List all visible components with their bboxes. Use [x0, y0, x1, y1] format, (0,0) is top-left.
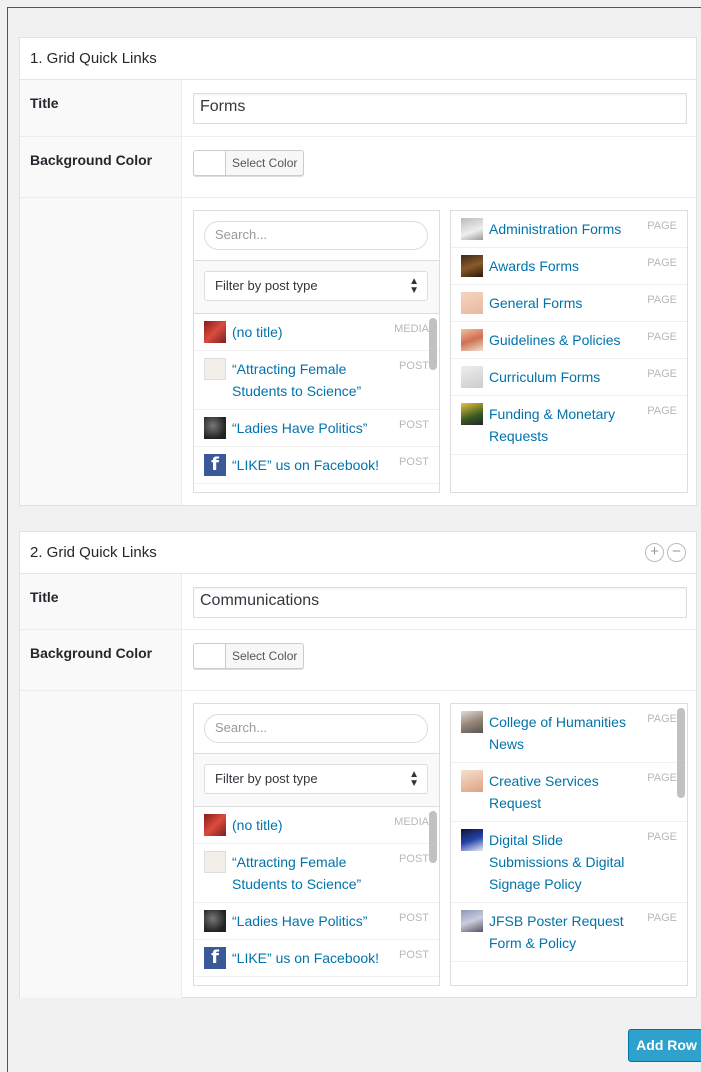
add-row-button[interactable]: Add Row — [628, 1029, 701, 1062]
scrollbar[interactable] — [429, 811, 437, 863]
title-label: Title — [20, 80, 182, 136]
page-thumbnail-icon — [461, 292, 483, 314]
available-posts-panel: Search... Filter by post type ▲ ▼ (no ti… — [193, 210, 440, 493]
page-thumbnail-icon — [461, 829, 483, 851]
color-swatch — [194, 151, 226, 175]
up-down-arrows-icon: ▲ ▼ — [409, 276, 419, 296]
post-thumbnail-icon — [204, 910, 226, 932]
scrollbar[interactable] — [677, 708, 685, 798]
background-color-label: Background Color — [20, 137, 182, 197]
selected-posts-panel: Administration Forms PAGE Awards Forms P… — [450, 210, 688, 493]
list-item[interactable]: Awards Forms PAGE — [451, 248, 687, 285]
media-thumbnail-icon — [204, 321, 226, 343]
select-color-button[interactable]: Select Color — [193, 150, 305, 176]
search-input[interactable]: Search... — [204, 221, 428, 250]
post-thumbnail-icon — [204, 417, 226, 439]
list-item[interactable]: “Ladies Have Politics” POST — [194, 410, 439, 447]
post-thumbnail-icon — [204, 358, 226, 380]
select-color-label: Select Color — [232, 649, 298, 663]
up-down-arrows-icon: ▲ ▼ — [409, 769, 419, 789]
select-color-button[interactable]: Select Color — [193, 643, 305, 669]
grid-quick-links-group-1: 1. Grid Quick Links Title Forms Backgrou… — [19, 37, 697, 506]
selected-posts-list: College of Humanities News PAGE Creative… — [451, 704, 687, 962]
scrollbar[interactable] — [429, 318, 437, 370]
page-thumbnail-icon — [461, 329, 483, 351]
list-item[interactable]: “Attracting Female Students to Science” … — [194, 351, 439, 410]
list-item[interactable]: Curriculum Forms PAGE — [451, 359, 687, 396]
search-input[interactable]: Search... — [204, 714, 428, 743]
page-thumbnail-icon — [461, 255, 483, 277]
list-item[interactable]: f “LIKE” us on Facebook! POST — [194, 447, 439, 484]
available-posts-panel: Search... Filter by post type ▲ ▼ (no ti… — [193, 703, 440, 986]
page-thumbnail-icon — [461, 910, 483, 932]
group-header: 1. Grid Quick Links — [20, 38, 696, 80]
post-type-filter-select[interactable]: Filter by post type ▲ ▼ — [204, 764, 428, 794]
list-item[interactable]: General Forms PAGE — [451, 285, 687, 322]
available-posts-list: (no title) MEDIA “Attracting Female Stud… — [194, 314, 439, 484]
group-title: 2. Grid Quick Links — [30, 544, 157, 561]
selected-posts-list: Administration Forms PAGE Awards Forms P… — [451, 211, 687, 455]
page-thumbnail-icon — [461, 366, 483, 388]
posts-picker-row: Search... Filter by post type ▲ ▼ (no ti… — [20, 198, 696, 505]
list-item[interactable]: JFSB Poster Request Form & Policy PAGE — [451, 903, 687, 962]
list-item[interactable]: Funding & Monetary Requests PAGE — [451, 396, 687, 455]
facebook-icon: f — [204, 947, 226, 969]
background-color-row: Background Color Select Color — [20, 630, 696, 691]
page-thumbnail-icon — [461, 770, 483, 792]
title-input[interactable]: Communications — [193, 587, 687, 618]
main-frame: 1. Grid Quick Links Title Forms Backgrou… — [7, 7, 701, 1072]
title-label: Title — [20, 574, 182, 629]
list-item[interactable]: Guidelines & Policies PAGE — [451, 322, 687, 359]
minus-circle-icon[interactable]: − — [667, 543, 686, 562]
list-item[interactable]: “Attracting Female Students to Science” … — [194, 844, 439, 903]
page-thumbnail-icon — [461, 218, 483, 240]
background-color-row: Background Color Select Color — [20, 137, 696, 198]
plus-circle-icon[interactable]: + — [645, 543, 664, 562]
color-swatch — [194, 644, 226, 668]
posts-picker-row: Search... Filter by post type ▲ ▼ (no ti… — [20, 691, 696, 998]
list-item[interactable]: (no title) MEDIA — [194, 314, 439, 351]
group-header: 2. Grid Quick Links + − — [20, 532, 696, 574]
page-thumbnail-icon — [461, 711, 483, 733]
list-item[interactable]: College of Humanities News PAGE — [451, 704, 687, 763]
post-thumbnail-icon — [204, 851, 226, 873]
background-color-label: Background Color — [20, 630, 182, 690]
grid-quick-links-group-2: 2. Grid Quick Links + − Title Communicat… — [19, 531, 697, 998]
facebook-icon: f — [204, 454, 226, 476]
post-type-filter-select[interactable]: Filter by post type ▲ ▼ — [204, 271, 428, 301]
list-item[interactable]: “Ladies Have Politics” POST — [194, 903, 439, 940]
list-item[interactable]: Creative Services Request PAGE — [451, 763, 687, 822]
available-posts-list: (no title) MEDIA “Attracting Female Stud… — [194, 807, 439, 977]
select-color-label: Select Color — [232, 156, 298, 170]
selected-posts-panel: College of Humanities News PAGE Creative… — [450, 703, 688, 986]
media-thumbnail-icon — [204, 814, 226, 836]
page-thumbnail-icon — [461, 403, 483, 425]
list-item[interactable]: Digital Slide Submissions & Digital Sign… — [451, 822, 687, 903]
list-item[interactable]: Administration Forms PAGE — [451, 211, 687, 248]
list-item[interactable]: (no title) MEDIA — [194, 807, 439, 844]
title-input[interactable]: Forms — [193, 93, 687, 124]
title-row: Title Forms — [20, 80, 696, 137]
group-title: 1. Grid Quick Links — [30, 50, 157, 67]
list-item[interactable]: f “LIKE” us on Facebook! POST — [194, 940, 439, 977]
title-row: Title Communications — [20, 574, 696, 630]
